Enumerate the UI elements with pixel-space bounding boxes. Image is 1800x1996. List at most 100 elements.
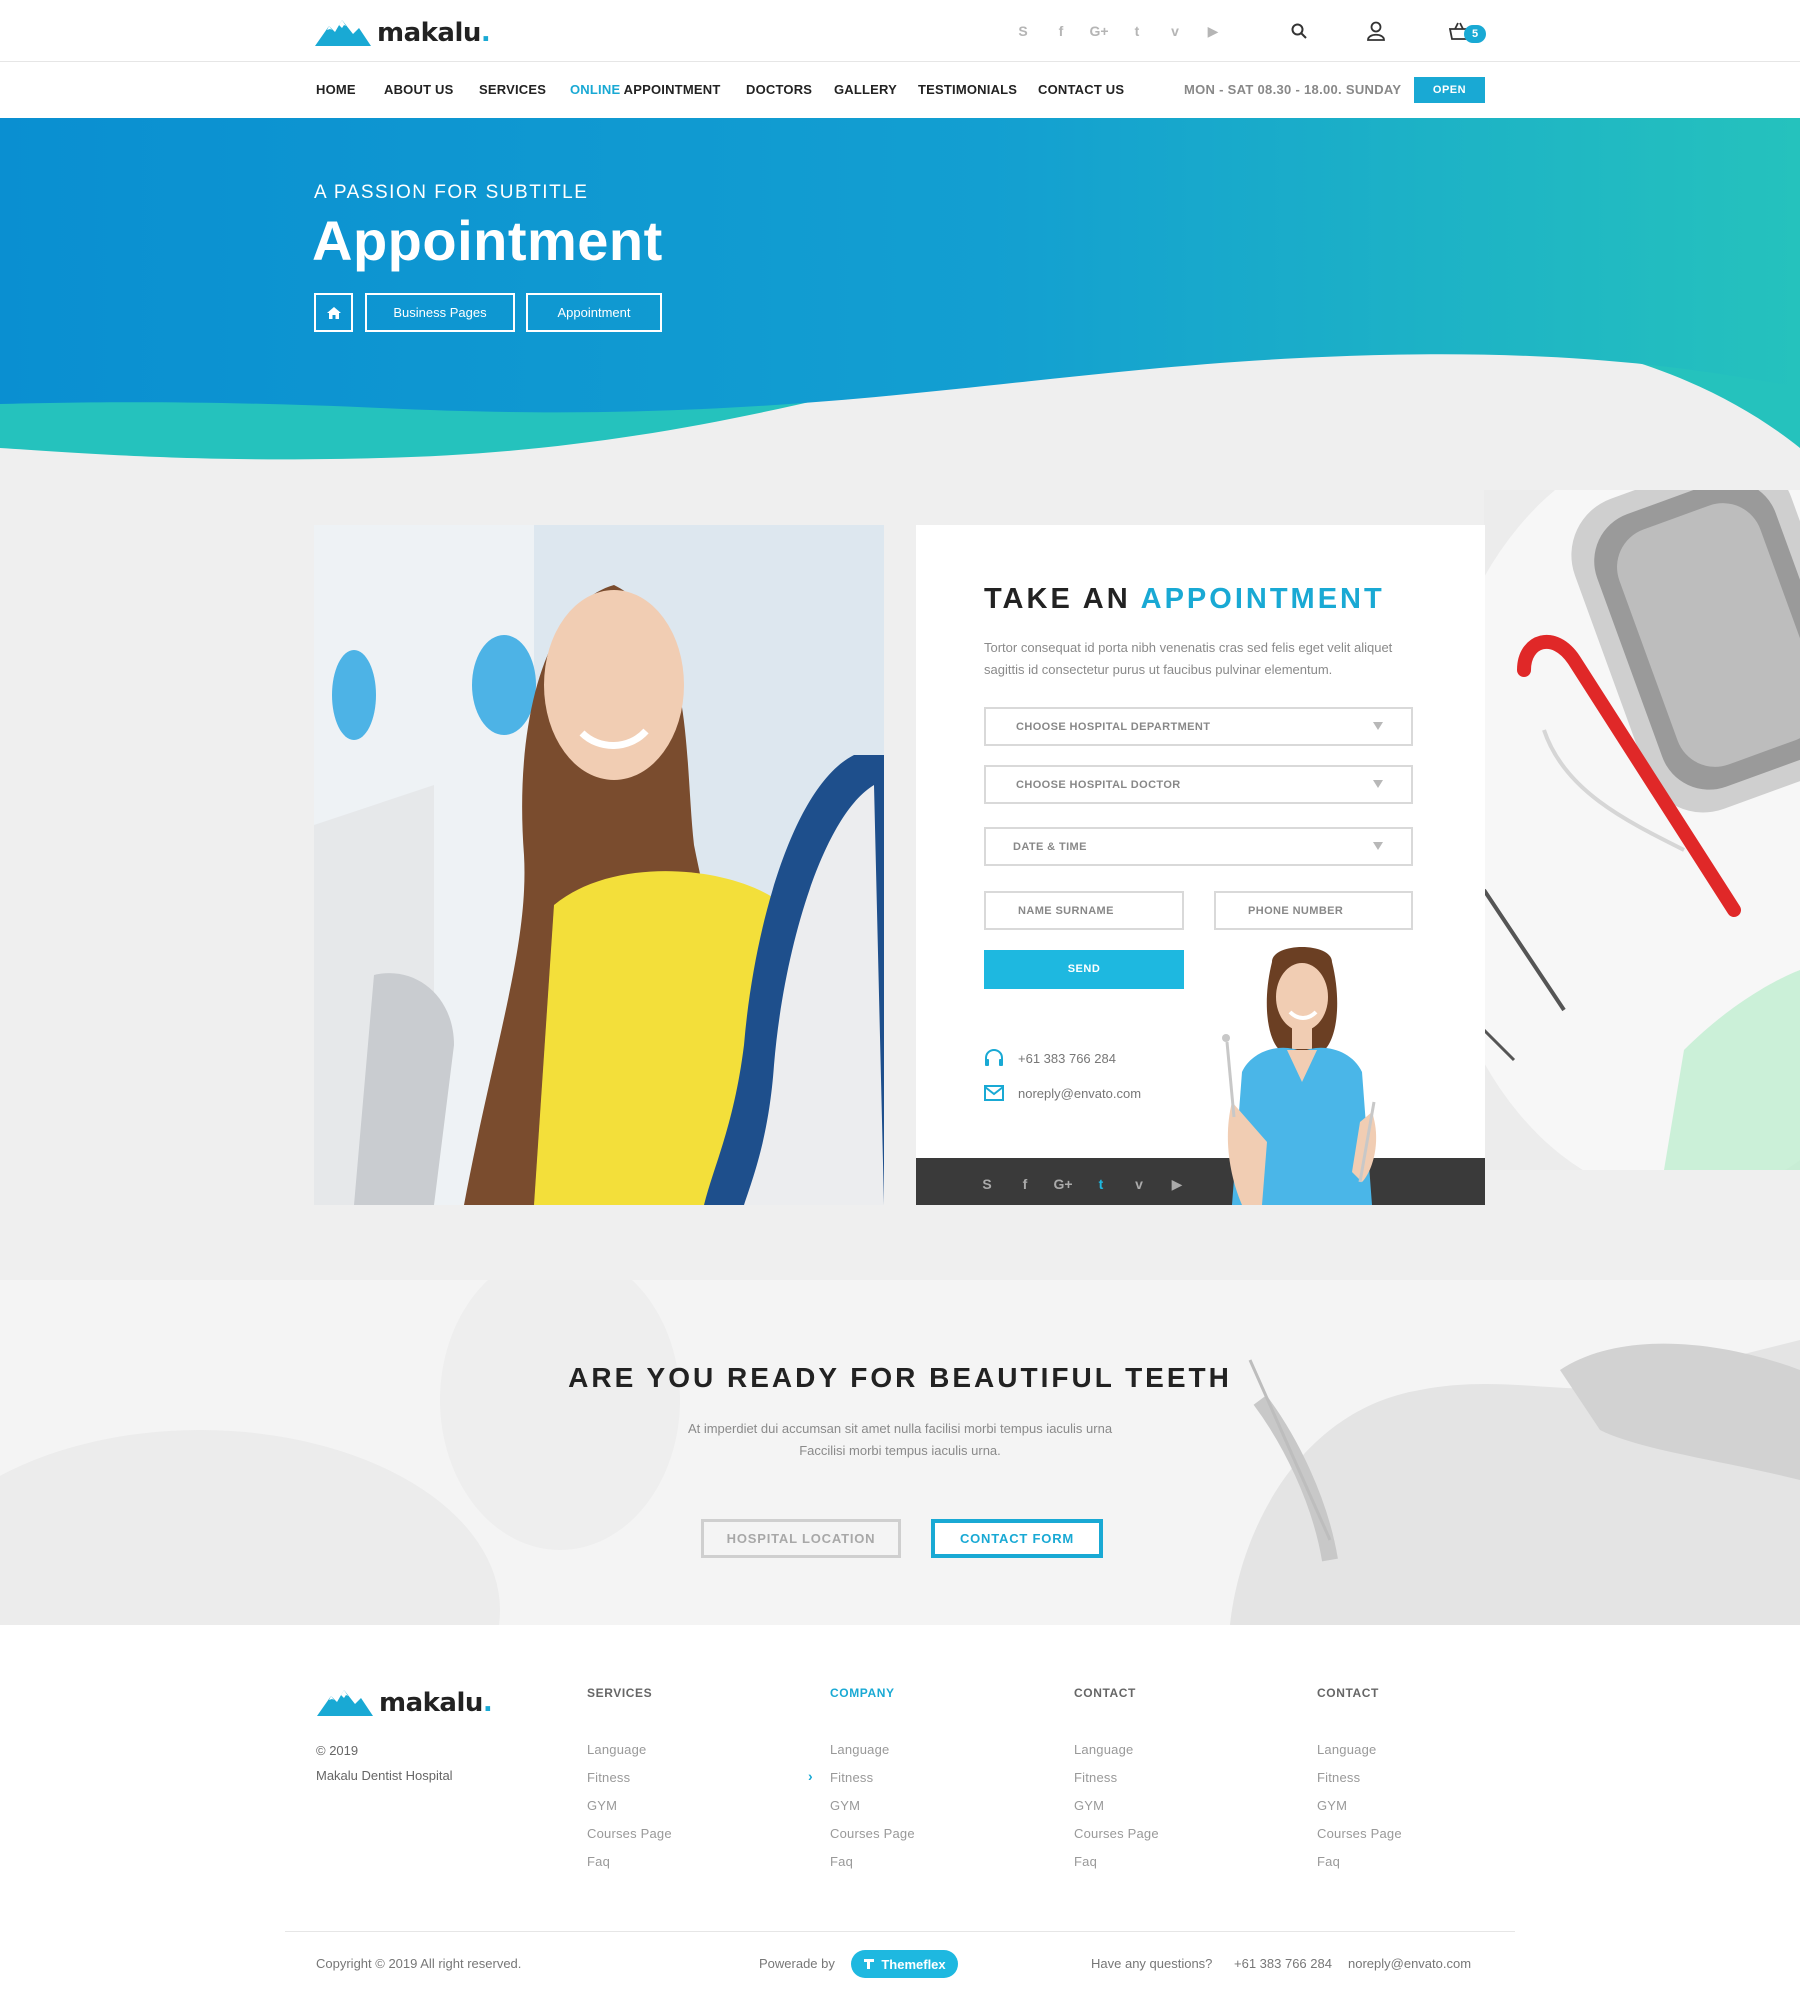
search-icon[interactable]	[1286, 18, 1312, 44]
footer-link[interactable]: Language	[1317, 1742, 1376, 1757]
appointment-title: TAKE AN APPOINTMENT	[984, 583, 1385, 615]
footer-link[interactable]: Courses Page	[830, 1826, 915, 1841]
footer-col-services-title: SERVICES	[587, 1686, 653, 1700]
footer-link[interactable]: Faq	[587, 1854, 610, 1869]
footer-link[interactable]: GYM	[587, 1798, 617, 1813]
nav-appointment-label: APPOINTMENT	[620, 82, 721, 97]
skype-icon[interactable]: S	[1012, 20, 1034, 42]
dentist-image	[1212, 942, 1412, 1205]
footer-col-contact-title: CONTACT	[1074, 1686, 1136, 1700]
themeflex-label: Themeflex	[881, 1956, 946, 1972]
doctor-select-label: CHOOSE HOSPITAL DOCTOR	[1016, 778, 1181, 791]
copyright-text: Copyright © 2019 All right reserved.	[316, 1956, 522, 1971]
header-social-links: S f G+ t v ▶	[1012, 20, 1224, 42]
nav-online-accent: ONLINE	[570, 82, 621, 97]
chevron-down-icon	[1373, 722, 1383, 730]
twitter-icon[interactable]: t	[1090, 1173, 1112, 1195]
nav-contact-us[interactable]: CONTACT US	[1038, 82, 1124, 97]
footer-link[interactable]: Faq	[830, 1854, 853, 1869]
footer-link[interactable]: Fitness	[1317, 1770, 1360, 1785]
home-icon	[326, 306, 341, 319]
appointment-phone[interactable]: +61 383 766 284	[984, 1049, 1116, 1067]
footer-link[interactable]: Courses Page	[1074, 1826, 1159, 1841]
chevron-right-icon: ›	[808, 1768, 813, 1784]
department-select[interactable]: CHOOSE HOSPITAL DEPARTMENT	[984, 707, 1413, 746]
hospital-location-button[interactable]: HOSPITAL LOCATION	[701, 1519, 901, 1558]
cta-title: ARE YOU READY FOR BEAUTIFUL TEETH	[568, 1362, 1232, 1393]
footer-link[interactable]: Fitness	[1074, 1770, 1117, 1785]
questions-label: Have any questions?	[1091, 1956, 1213, 1971]
footer-link[interactable]: Fitness	[587, 1770, 630, 1785]
top-bar: makalu. S f G+ t v ▶	[0, 0, 1800, 62]
department-select-label: CHOOSE HOSPITAL DEPARTMENT	[1016, 720, 1211, 733]
breadcrumb-business-pages[interactable]: Business Pages	[365, 293, 515, 332]
nav-home[interactable]: HOME	[316, 82, 356, 97]
vimeo-icon[interactable]: v	[1128, 1173, 1150, 1195]
footer-link[interactable]: Courses Page	[1317, 1826, 1402, 1841]
skype-icon[interactable]: S	[976, 1173, 998, 1195]
google-plus-icon[interactable]: G+	[1052, 1173, 1074, 1195]
nav-online-appointment[interactable]: ONLINE APPOINTMENT	[570, 82, 720, 97]
breadcrumb-home[interactable]	[314, 293, 353, 332]
logo-text: makalu.	[377, 18, 491, 48]
footer-col-contact-2-title: CONTACT	[1317, 1686, 1379, 1700]
youtube-icon[interactable]: ▶	[1166, 1173, 1188, 1195]
footer-logo[interactable]: makalu.	[317, 1686, 493, 1716]
vimeo-icon[interactable]: v	[1164, 20, 1186, 42]
mountain-logo-icon	[315, 20, 371, 46]
appointment-email[interactable]: noreply@envato.com	[984, 1085, 1141, 1101]
hero-subtitle: A PASSION FOR SUBTITLE	[314, 182, 589, 203]
facebook-icon[interactable]: f	[1014, 1173, 1036, 1195]
footer-email[interactable]: noreply@envato.com	[1348, 1956, 1471, 1971]
name-input[interactable]: NAME SURNAME	[984, 891, 1184, 930]
footer-divider	[285, 1931, 1515, 1932]
nav-doctors[interactable]: DOCTORS	[746, 82, 812, 97]
contact-form-button[interactable]: CONTACT FORM	[931, 1519, 1103, 1558]
user-icon[interactable]	[1363, 18, 1389, 44]
nav-about-us[interactable]: ABOUT US	[384, 82, 454, 97]
footer-link[interactable]: Faq	[1074, 1854, 1097, 1869]
appointment-card: TAKE AN APPOINTMENT Tortor consequat id …	[916, 525, 1485, 1205]
footer-link[interactable]: Faq	[1317, 1854, 1340, 1869]
footer-link[interactable]: GYM	[1317, 1798, 1347, 1813]
appointment-phone-text: +61 383 766 284	[1018, 1050, 1116, 1066]
phone-input[interactable]: PHONE NUMBER	[1214, 891, 1413, 930]
footer-link[interactable]: Fitness	[830, 1770, 873, 1785]
twitter-icon[interactable]: t	[1126, 20, 1148, 42]
footer-link[interactable]: Language	[587, 1742, 646, 1757]
cta-description-line-1: At imperdiet dui accumsan sit amet nulla…	[687, 1421, 1113, 1436]
footer-link[interactable]: Language	[830, 1742, 889, 1757]
footer-link[interactable]: Courses Page	[587, 1826, 672, 1841]
nav-services[interactable]: SERVICES	[479, 82, 546, 97]
open-status-button[interactable]: OPEN	[1414, 77, 1485, 103]
nav-testimonials[interactable]: TESTIMONIALS	[918, 82, 1017, 97]
powered-by-label: Powerade by	[759, 1956, 835, 1971]
footer-link[interactable]: GYM	[1074, 1798, 1104, 1813]
nav-gallery[interactable]: GALLERY	[834, 82, 897, 97]
themeflex-logo-icon	[864, 1959, 875, 1969]
doctor-select[interactable]: CHOOSE HOSPITAL DOCTOR	[984, 765, 1413, 804]
themeflex-badge[interactable]: Themeflex	[851, 1950, 958, 1978]
cta-description: At imperdiet dui accumsan sit amet nulla…	[0, 1418, 1800, 1462]
dental-tools-image	[1484, 490, 1800, 1170]
appointment-email-text: noreply@envato.com	[1018, 1085, 1142, 1101]
name-input-placeholder: NAME SURNAME	[1018, 904, 1114, 917]
headphones-icon	[985, 1049, 1003, 1066]
footer-organization: Makalu Dentist Hospital	[316, 1768, 453, 1783]
opening-hours: MON - SAT 08.30 - 18.00. SUNDAY	[1184, 82, 1402, 97]
breadcrumb-appointment[interactable]: Appointment	[526, 293, 662, 332]
datetime-select-label: DATE & TIME	[1013, 840, 1087, 853]
footer-link[interactable]: GYM	[830, 1798, 860, 1813]
chevron-down-icon	[1373, 842, 1383, 850]
header-logo[interactable]: makalu.	[315, 16, 491, 48]
google-plus-icon[interactable]: G+	[1088, 20, 1110, 42]
footer-link[interactable]: Language	[1074, 1742, 1133, 1757]
youtube-icon[interactable]: ▶	[1202, 20, 1224, 42]
datetime-select[interactable]: DATE & TIME	[984, 827, 1413, 866]
phone-input-placeholder: PHONE NUMBER	[1248, 904, 1344, 917]
facebook-icon[interactable]: f	[1050, 20, 1072, 42]
footer-phone[interactable]: +61 383 766 284	[1234, 1956, 1332, 1971]
send-button[interactable]: SEND	[984, 950, 1184, 989]
footer	[0, 1625, 1800, 1996]
mountain-logo-icon	[317, 1690, 373, 1716]
